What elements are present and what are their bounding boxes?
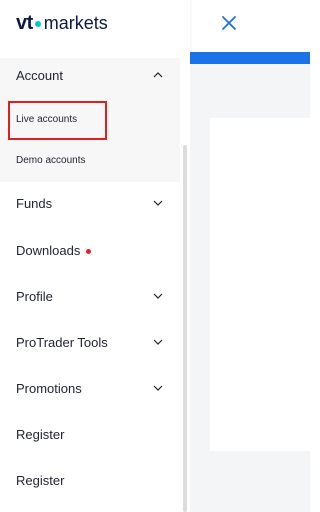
chevron-down-icon: [152, 382, 164, 394]
logo-markets-text: markets: [43, 13, 108, 33]
notification-dot: [86, 248, 92, 254]
nav-item-protrader-tools[interactable]: ProTrader Tools: [0, 322, 180, 362]
nav-item-account[interactable]: Account: [0, 55, 180, 95]
nav-item-label: Downloads: [16, 242, 81, 258]
logo-vt-text: vt: [16, 12, 33, 34]
nav-item-label: Profile: [16, 288, 53, 304]
nav-item-register-2[interactable]: Register: [0, 460, 180, 500]
content-card: [210, 118, 310, 451]
chevron-down-icon: [152, 197, 164, 209]
sub-item-demo-accounts[interactable]: Demo accounts: [16, 155, 85, 166]
nav-item-label: ProTrader Tools: [16, 334, 108, 350]
nav-item-funds[interactable]: Funds: [0, 183, 180, 223]
nav-item-label: Register: [16, 472, 65, 488]
nav-item-label: Account: [16, 67, 63, 83]
nav-item-downloads[interactable]: Downloads: [0, 230, 180, 270]
nav-item-promotions[interactable]: Promotions: [0, 368, 180, 408]
downloads-label-wrap: Downloads: [16, 242, 92, 258]
nav-item-register[interactable]: Register: [0, 414, 180, 454]
nav-item-label: Funds: [16, 195, 53, 211]
nav-item-label: Register: [16, 426, 65, 442]
header-accent-bar: [190, 52, 310, 64]
brand-logo[interactable]: vt markets: [16, 12, 108, 38]
sidebar-scrollbar[interactable]: [183, 145, 187, 512]
nav-item-profile[interactable]: Profile: [0, 276, 180, 316]
logo-dot: [34, 21, 41, 27]
highlight-box: [8, 101, 107, 140]
sidebar: vt markets Account Live accounts Demo ac…: [0, 0, 190, 512]
nav-item-label: Promotions: [16, 380, 82, 396]
chevron-up-icon: [152, 69, 164, 81]
close-icon[interactable]: [220, 14, 238, 32]
chevron-down-icon: [152, 336, 164, 348]
chevron-down-icon: [152, 290, 164, 302]
